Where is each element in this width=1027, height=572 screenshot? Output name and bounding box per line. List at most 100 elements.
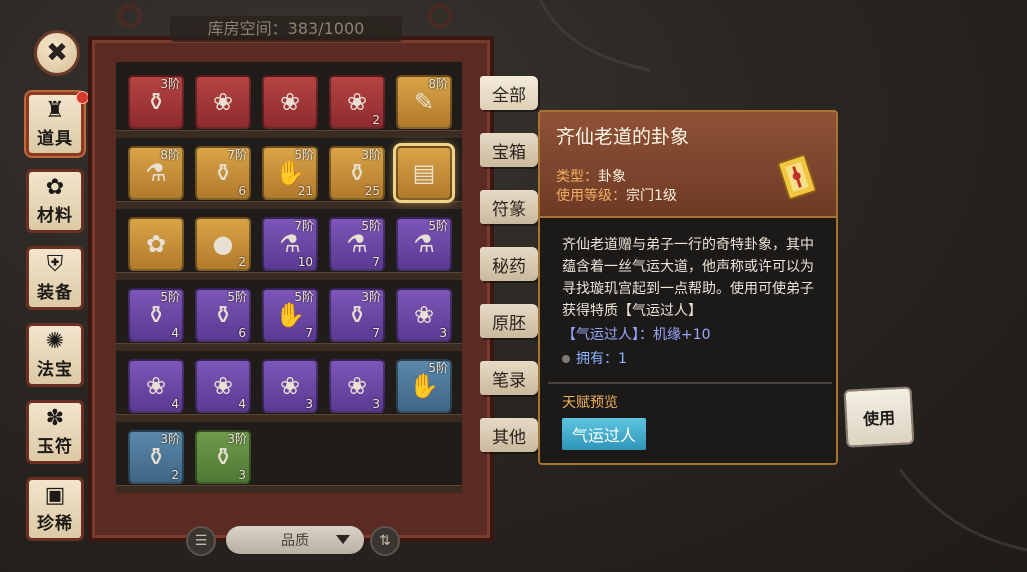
tab-4[interactable]: 原胚 — [480, 304, 538, 338]
item-tier: 7阶 — [227, 148, 247, 162]
item-count: 25 — [364, 184, 380, 198]
item-icon: ● — [212, 230, 234, 258]
item-slot[interactable]: ❀ 3 — [262, 359, 318, 413]
item-count: 10 — [297, 255, 313, 269]
item-icon: ❀ — [346, 88, 368, 116]
item-count: 3 — [305, 397, 313, 411]
item-slot[interactable]: ⚱ 5阶 4 — [128, 288, 184, 342]
list-filter-icon[interactable]: ☰ — [186, 526, 216, 556]
item-tier: 5阶 — [160, 290, 180, 304]
bag-icon: ♜ — [45, 98, 65, 123]
category-label: 玉符 — [37, 437, 73, 457]
close-button[interactable]: ✖ — [34, 30, 80, 76]
item-icon: ❀ — [346, 372, 368, 400]
item-icon: ⚱ — [346, 301, 368, 329]
item-icon: ✿ — [145, 230, 167, 258]
category-0[interactable]: ♜ 道具 — [26, 91, 89, 156]
category-4[interactable]: ✽ 玉符 — [26, 400, 84, 464]
shelf-board — [116, 485, 462, 493]
item-icon: ⚗ — [346, 230, 368, 258]
item-icon: ⚗ — [279, 230, 301, 258]
item-effect: 【气运过人】：机缘+10 — [562, 327, 711, 343]
item-slot[interactable]: ⚱ 3阶 25 — [329, 146, 385, 200]
item-slot[interactable]: ⚗ 7阶 10 — [262, 217, 318, 271]
item-slot[interactable]: ❀ 3 — [396, 288, 452, 342]
item-icon: ✋ — [275, 159, 305, 187]
item-count: 6 — [238, 184, 246, 198]
tab-2[interactable]: 符篆 — [480, 190, 538, 224]
item-count: 7 — [305, 326, 313, 340]
shelf-board — [116, 414, 462, 422]
item-count: 3 — [439, 326, 447, 340]
talent-preview-button[interactable]: 气运过人 — [562, 418, 646, 450]
item-slot[interactable]: ❀ — [262, 75, 318, 129]
item-slot[interactable]: ● 2 — [195, 217, 251, 271]
item-slot[interactable]: ⚗ 5阶 7 — [329, 217, 385, 271]
jade-icon: ✽ — [45, 406, 65, 431]
item-slot[interactable]: ❀ 2 — [329, 75, 385, 129]
item-slot[interactable]: ❀ 4 — [128, 359, 184, 413]
item-slot[interactable]: ❀ — [195, 75, 251, 129]
item-icon: ✎ — [413, 88, 435, 116]
item-tier: 5阶 — [294, 290, 314, 304]
item-icon: ❀ — [212, 372, 234, 400]
tab-5[interactable]: 笔录 — [480, 361, 538, 395]
item-icon: ❀ — [413, 301, 435, 329]
storage-capacity: 库房空间：383/1000 — [170, 16, 402, 42]
divider — [548, 382, 832, 384]
item-tier: 3阶 — [160, 77, 180, 91]
item-slot[interactable]: ✋ 5阶 7 — [262, 288, 318, 342]
item-slot[interactable]: ⚗ 5阶 — [396, 217, 452, 271]
item-tier: 5阶 — [428, 219, 448, 233]
item-count: 4 — [171, 397, 179, 411]
item-slot[interactable]: ✿ — [128, 217, 184, 271]
category-label: 装备 — [37, 283, 73, 303]
item-tier: 5阶 — [428, 361, 448, 375]
chest-icon: ▣ — [44, 483, 66, 508]
item-tier: 5阶 — [361, 219, 381, 233]
item-slot[interactable]: ✋ 5阶 21 — [262, 146, 318, 200]
item-tier: 8阶 — [428, 77, 448, 91]
quality-dropdown[interactable]: 品质 — [226, 526, 364, 554]
item-icon: ⚱ — [145, 301, 167, 329]
item-slot[interactable]: ▤ — [396, 146, 452, 200]
tab-0[interactable]: 全部 — [480, 76, 538, 110]
item-count: 2 — [238, 255, 246, 269]
shelf-board — [116, 130, 462, 138]
item-slot[interactable]: ⚱ 3阶 7 — [329, 288, 385, 342]
item-count: 4 — [238, 397, 246, 411]
item-slot[interactable]: ⚱ 3阶 3 — [195, 430, 251, 484]
item-icon: ▤ — [412, 159, 436, 187]
herb-icon: ✿ — [45, 175, 65, 200]
tab-6[interactable]: 其他 — [480, 418, 538, 452]
item-slot[interactable]: ⚱ 5阶 6 — [195, 288, 251, 342]
item-slot[interactable]: ⚱ 3阶 2 — [128, 430, 184, 484]
category-5[interactable]: ▣ 珍稀 — [26, 477, 84, 541]
item-count: 3 — [238, 468, 246, 482]
shelf-board — [116, 343, 462, 351]
sort-order-icon[interactable]: ⇅ — [370, 526, 400, 556]
tab-3[interactable]: 秘药 — [480, 247, 538, 281]
item-slot[interactable]: ⚱ 3阶 — [128, 75, 184, 129]
tab-1[interactable]: 宝箱 — [480, 133, 538, 167]
item-tier: 5阶 — [294, 148, 314, 162]
category-2[interactable]: ⛨ 装备 — [26, 246, 84, 310]
shelf-board — [116, 201, 462, 209]
item-description: 齐仙老道赠与弟子一行的奇特卦象，其中蕴含着一丝气运大道，他声称或许可以为寻找璇玑… — [562, 237, 814, 319]
category-1[interactable]: ✿ 材料 — [26, 169, 84, 233]
item-icon: ⚱ — [346, 159, 368, 187]
item-slot[interactable]: ❀ 4 — [195, 359, 251, 413]
item-slot[interactable]: ✋ 5阶 — [396, 359, 452, 413]
item-count: 2 — [171, 468, 179, 482]
item-slot[interactable]: ❀ 3 — [329, 359, 385, 413]
item-slot[interactable]: ⚱ 7阶 6 — [195, 146, 251, 200]
item-icon: ❀ — [279, 372, 301, 400]
item-tier: 3阶 — [361, 148, 381, 162]
item-count: 4 — [171, 326, 179, 340]
item-icon: ⚱ — [145, 443, 167, 471]
item-slot[interactable]: ✎ 8阶 — [396, 75, 452, 129]
item-slot[interactable]: ⚗ 8阶 — [128, 146, 184, 200]
item-icon: ⚱ — [212, 443, 234, 471]
use-button[interactable]: 使用 — [843, 386, 915, 448]
category-3[interactable]: ✺ 法宝 — [26, 323, 84, 387]
